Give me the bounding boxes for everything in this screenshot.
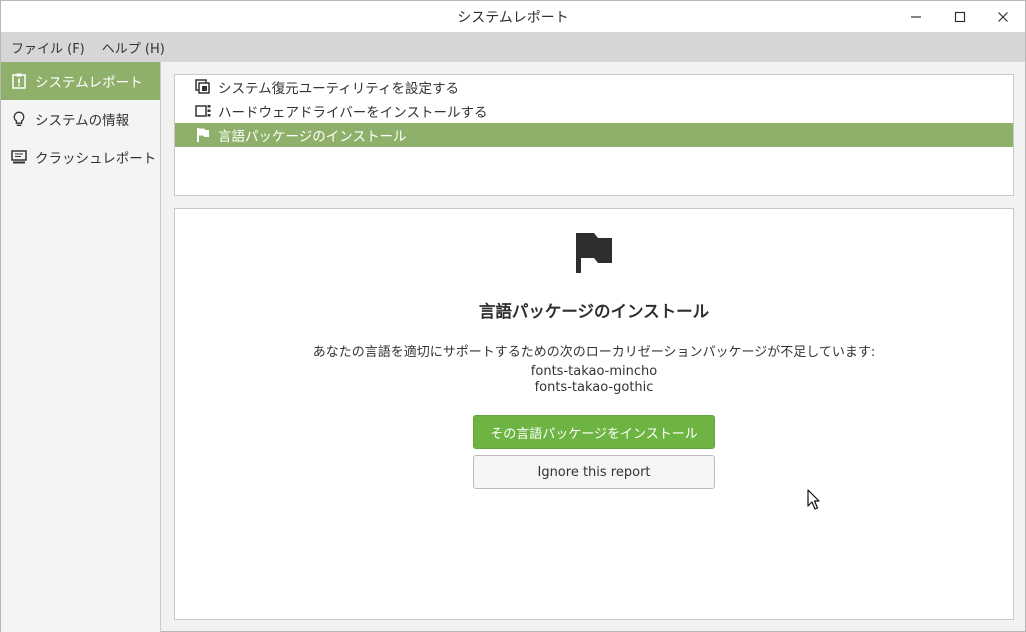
close-icon (998, 11, 1008, 22)
report-icon (11, 73, 27, 89)
detail-description: あなたの言語を適切にサポートするための次のローカリゼーションパッケージが不足して… (312, 345, 876, 360)
maximize-icon (954, 11, 966, 22)
menu-bar: ファイル (F) ヘルプ (H) (1, 32, 1025, 62)
menu-file[interactable]: ファイル (F) (11, 36, 85, 59)
list-item-hardware-driver[interactable]: ハードウェアドライバーをインストールする (175, 99, 1013, 123)
sidebar-item-label: システムレポート (35, 75, 143, 91)
maximize-button[interactable] (938, 1, 982, 32)
list-item-label: 言語パッケージのインストール (218, 129, 407, 145)
lightbulb-icon (11, 111, 27, 127)
title-bar: システムレポート (1, 1, 1025, 32)
detail-title: 言語パッケージのインストール (478, 302, 710, 321)
report-list: システム復元ユーティリティを設定する ハードウェアドライバーをインストールする … (174, 74, 1014, 196)
list-item-label: ハードウェアドライバーをインストールする (218, 105, 488, 121)
restore-icon (194, 79, 212, 95)
install-language-packs-button[interactable]: その言語パッケージをインストール (473, 415, 715, 449)
list-item: fonts-takao-mincho (530, 364, 658, 379)
report-detail-panel: 言語パッケージのインストール あなたの言語を適切にサポートするための次のローカリ… (174, 208, 1014, 620)
monitor-icon (11, 149, 27, 165)
window-title: システムレポート (457, 9, 569, 26)
sidebar-item-crash-report[interactable]: クラッシュレポート (1, 138, 160, 176)
app-window: システムレポート ファイル (F) ヘルプ (H) システムレポート システムの… (0, 0, 1026, 632)
mouse-pointer-icon (807, 489, 820, 514)
sidebar-item-label: クラッシュレポート (35, 151, 157, 167)
flag-icon (194, 127, 212, 143)
list-item-language-packs[interactable]: 言語パッケージのインストール (175, 123, 1013, 147)
flag-icon (575, 231, 613, 279)
menu-help[interactable]: ヘルプ (H) (102, 36, 165, 59)
minimize-button[interactable] (894, 1, 938, 32)
list-item-restore-utility[interactable]: システム復元ユーティリティを設定する (175, 75, 1013, 99)
sidebar-item-label: システムの情報 (35, 113, 130, 129)
minimize-icon (911, 15, 921, 18)
sidebar-item-system-info[interactable]: システムの情報 (1, 100, 160, 138)
driver-icon (194, 103, 212, 119)
list-item: fonts-takao-gothic (534, 380, 654, 395)
close-button[interactable] (981, 1, 1025, 32)
list-item-label: システム復元ユーティリティを設定する (218, 81, 459, 97)
sidebar: システムレポート システムの情報 クラッシュレポート (1, 62, 161, 632)
sidebar-item-system-report[interactable]: システムレポート (1, 62, 160, 100)
package-list: fonts-takao-mincho fonts-takao-gothic (175, 364, 1013, 396)
ignore-report-button[interactable]: Ignore this report (473, 455, 715, 489)
